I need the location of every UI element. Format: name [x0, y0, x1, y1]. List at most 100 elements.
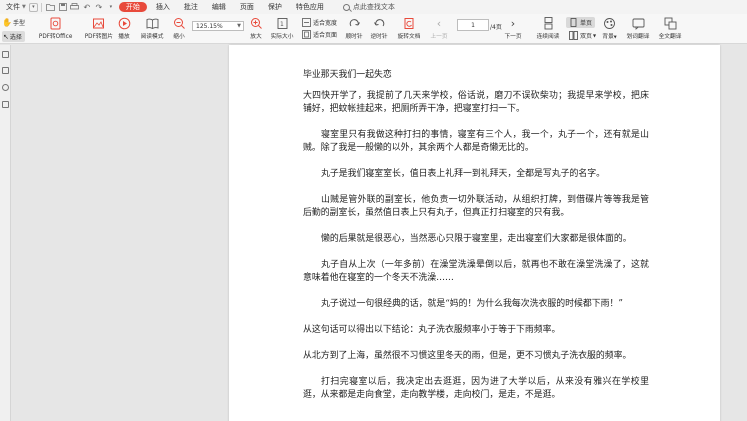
pdf-to-office-icon	[49, 16, 63, 30]
fit-width-label: 适合宽度	[313, 20, 338, 27]
thumbnail-panel-icon[interactable]	[2, 51, 9, 58]
continuous-reading-button[interactable]: 连续阅读	[536, 16, 560, 40]
page-number-input[interactable]: 1	[457, 19, 489, 31]
menu-bar: 文件 ▼ ▾ ↶ ↷ ▾ 开始 插入 批注 编辑 页面 保护 特色应用 点此查找…	[0, 0, 747, 14]
chevron-down-icon: ▼	[593, 33, 597, 38]
file-menu-label: 文件	[6, 3, 20, 11]
select-tool-label: 选择	[9, 34, 22, 41]
single-page-icon	[569, 18, 578, 27]
word-translate-label: 划词翻译	[626, 33, 650, 40]
play-button[interactable]: 播放	[117, 16, 131, 40]
hand-tool-label: 手型	[12, 20, 25, 27]
fit-width-button[interactable]: 适合宽度	[302, 18, 337, 27]
bookmark-panel-icon[interactable]	[2, 67, 9, 74]
hand-tool-button[interactable]: ✋ 手型	[2, 18, 25, 27]
save-icon[interactable]	[57, 1, 69, 13]
tab-annotate[interactable]: 批注	[177, 0, 205, 14]
pdf-to-office-label: PDF转Office	[38, 33, 73, 40]
chevron-down-icon: ▼	[22, 4, 26, 10]
find-text-search[interactable]: 点此查找文本	[342, 2, 395, 12]
page-number-value: 1	[471, 21, 475, 29]
hand-icon: ✋	[2, 18, 12, 27]
zoom-level-select[interactable]: 125.15% ▼	[192, 21, 244, 31]
rotate-clockwise-button[interactable]: 顺时针	[345, 16, 363, 40]
fit-page-button[interactable]: 适合页面	[302, 30, 337, 39]
print-icon[interactable]	[69, 1, 81, 13]
separator	[40, 2, 42, 12]
search-panel-icon[interactable]	[2, 84, 9, 91]
zoom-in-button[interactable]: 放大	[249, 16, 263, 40]
tab-page[interactable]: 页面	[233, 0, 261, 14]
paragraph: 从这句话可以得出以下结论：丸子洗衣服频率小于等于下雨频率。	[303, 325, 561, 335]
actual-size-button[interactable]: 1 实际大小	[270, 16, 294, 40]
word-translate-icon	[631, 16, 645, 30]
reading-mode-button[interactable]: 阅读模式	[140, 16, 164, 40]
more-dropdown-icon[interactable]: ▾	[105, 1, 117, 13]
document-title: 毕业那天我们一起失恋	[303, 70, 392, 80]
paragraph: 寝室里只有我做这种打扫的事情，寝室有三个人，我一个，丸子一个，还有就是山贼。除了…	[303, 130, 649, 153]
paragraph: 山贼是管外联的副室长，他负责一切外联活动，从组织打牌，到借碟片等等我是管后勤的副…	[303, 195, 649, 218]
single-page-label: 单页	[580, 20, 593, 27]
rotate-counterclockwise-button[interactable]: 逆时针	[370, 16, 388, 40]
full-translate-button[interactable]: 全文翻译	[658, 16, 682, 40]
chevron-down-icon: ▼	[237, 23, 241, 29]
fit-page-label: 适合页面	[313, 32, 338, 39]
select-tool-button[interactable]: ↖ 选择	[2, 31, 25, 42]
menu-toggle-icon[interactable]: ▾	[28, 2, 38, 12]
double-page-label: 双页	[580, 33, 593, 40]
rotate-document-button[interactable]: 旋转文档	[397, 16, 421, 40]
pdf-to-image-button[interactable]: PDF转图片	[84, 16, 114, 40]
single-page-button[interactable]: 单页	[566, 17, 596, 28]
open-folder-icon[interactable]	[45, 1, 57, 13]
fit-page-icon	[302, 30, 311, 39]
continuous-reading-icon	[541, 16, 555, 30]
find-text-label: 点此查找文本	[352, 3, 395, 11]
actual-size-icon: 1	[275, 16, 289, 30]
rotate-counterclockwise-icon	[372, 16, 386, 30]
word-translate-button[interactable]: 划词翻译	[626, 16, 650, 40]
paragraph: 丸子是我们寝室室长，值日表上礼拜一到礼拜天，全都是写丸子的名字。	[321, 169, 605, 179]
pdf-to-office-button[interactable]: PDF转Office	[38, 16, 73, 40]
full-translate-label: 全文翻译	[658, 33, 682, 40]
tab-insert[interactable]: 插入	[149, 0, 177, 14]
chevron-left-icon: ‹	[436, 16, 442, 30]
document-page: 毕业那天我们一起失恋 大四快开学了，我提前了几天来学校，俗话说，磨刀不误砍柴功；…	[229, 45, 720, 421]
attachment-panel-icon[interactable]	[2, 101, 9, 108]
next-page-button[interactable]: › 下一页	[504, 16, 522, 40]
double-page-icon	[569, 31, 578, 40]
background-label-text: 背景	[602, 33, 614, 40]
tab-start[interactable]: 开始	[117, 0, 149, 14]
paragraph: 打扫完寝室以后，我决定出去逛逛，因为进了大学以后，从来没有雅兴在学校里逛，从来都…	[303, 377, 649, 400]
redo-icon[interactable]: ↷	[93, 1, 105, 13]
search-icon	[342, 3, 350, 11]
rotate-counterclockwise-label: 逆时针	[370, 33, 388, 40]
chevron-down-icon: ▼	[613, 34, 617, 39]
pdf-to-image-label: PDF转图片	[84, 33, 113, 40]
ribbon-toolbar: ✋ 手型 ↖ 选择 PDF转Office PDF转图片 播放 阅读模式 缩小 1…	[0, 14, 747, 44]
background-button[interactable]: 背景▼	[602, 16, 617, 40]
undo-icon[interactable]: ↶	[81, 1, 93, 13]
full-translate-icon	[663, 16, 677, 30]
tab-edit[interactable]: 编辑	[205, 0, 233, 14]
previous-page-button[interactable]: ‹ 上一页	[430, 16, 448, 40]
zoom-level-value: 125.15%	[196, 22, 223, 30]
zoom-in-icon	[249, 16, 263, 30]
cursor-arrow-icon: ↖	[3, 32, 9, 41]
background-label: 背景▼	[602, 31, 616, 40]
rotate-document-label: 旋转文档	[397, 33, 421, 40]
paragraph: 大四快开学了，我提前了几天来学校，俗话说，磨刀不误砍柴功；我提早来学校，把床铺好…	[303, 91, 649, 114]
tab-protect[interactable]: 保护	[261, 0, 289, 14]
fit-width-icon	[302, 18, 311, 27]
zoom-out-label: 缩小	[173, 33, 185, 40]
book-icon	[145, 16, 159, 30]
double-page-button[interactable]: 双页 ▼	[566, 31, 599, 40]
reading-mode-label: 阅读模式	[140, 33, 164, 40]
file-menu[interactable]: 文件 ▼	[0, 0, 29, 14]
paragraph: 懒的后果就是很恶心，当然恶心只限于寝室里，走出寝室们大家都是很体面的。	[321, 234, 632, 244]
play-icon	[117, 16, 131, 30]
zoom-out-button[interactable]: 缩小	[172, 16, 186, 40]
tab-features[interactable]: 特色应用	[289, 0, 331, 14]
paragraph: 丸子说过一句很经典的话，就是“妈的！为什么我每次洗衣服的时候都下雨！”	[321, 299, 623, 309]
paragraph: 丸子自从上次（一年多前）在澡堂洗澡晕倒以后，就再也不敢在澡堂洗澡了，这就意味着他…	[303, 260, 649, 283]
rotate-clockwise-label: 顺时针	[345, 33, 363, 40]
